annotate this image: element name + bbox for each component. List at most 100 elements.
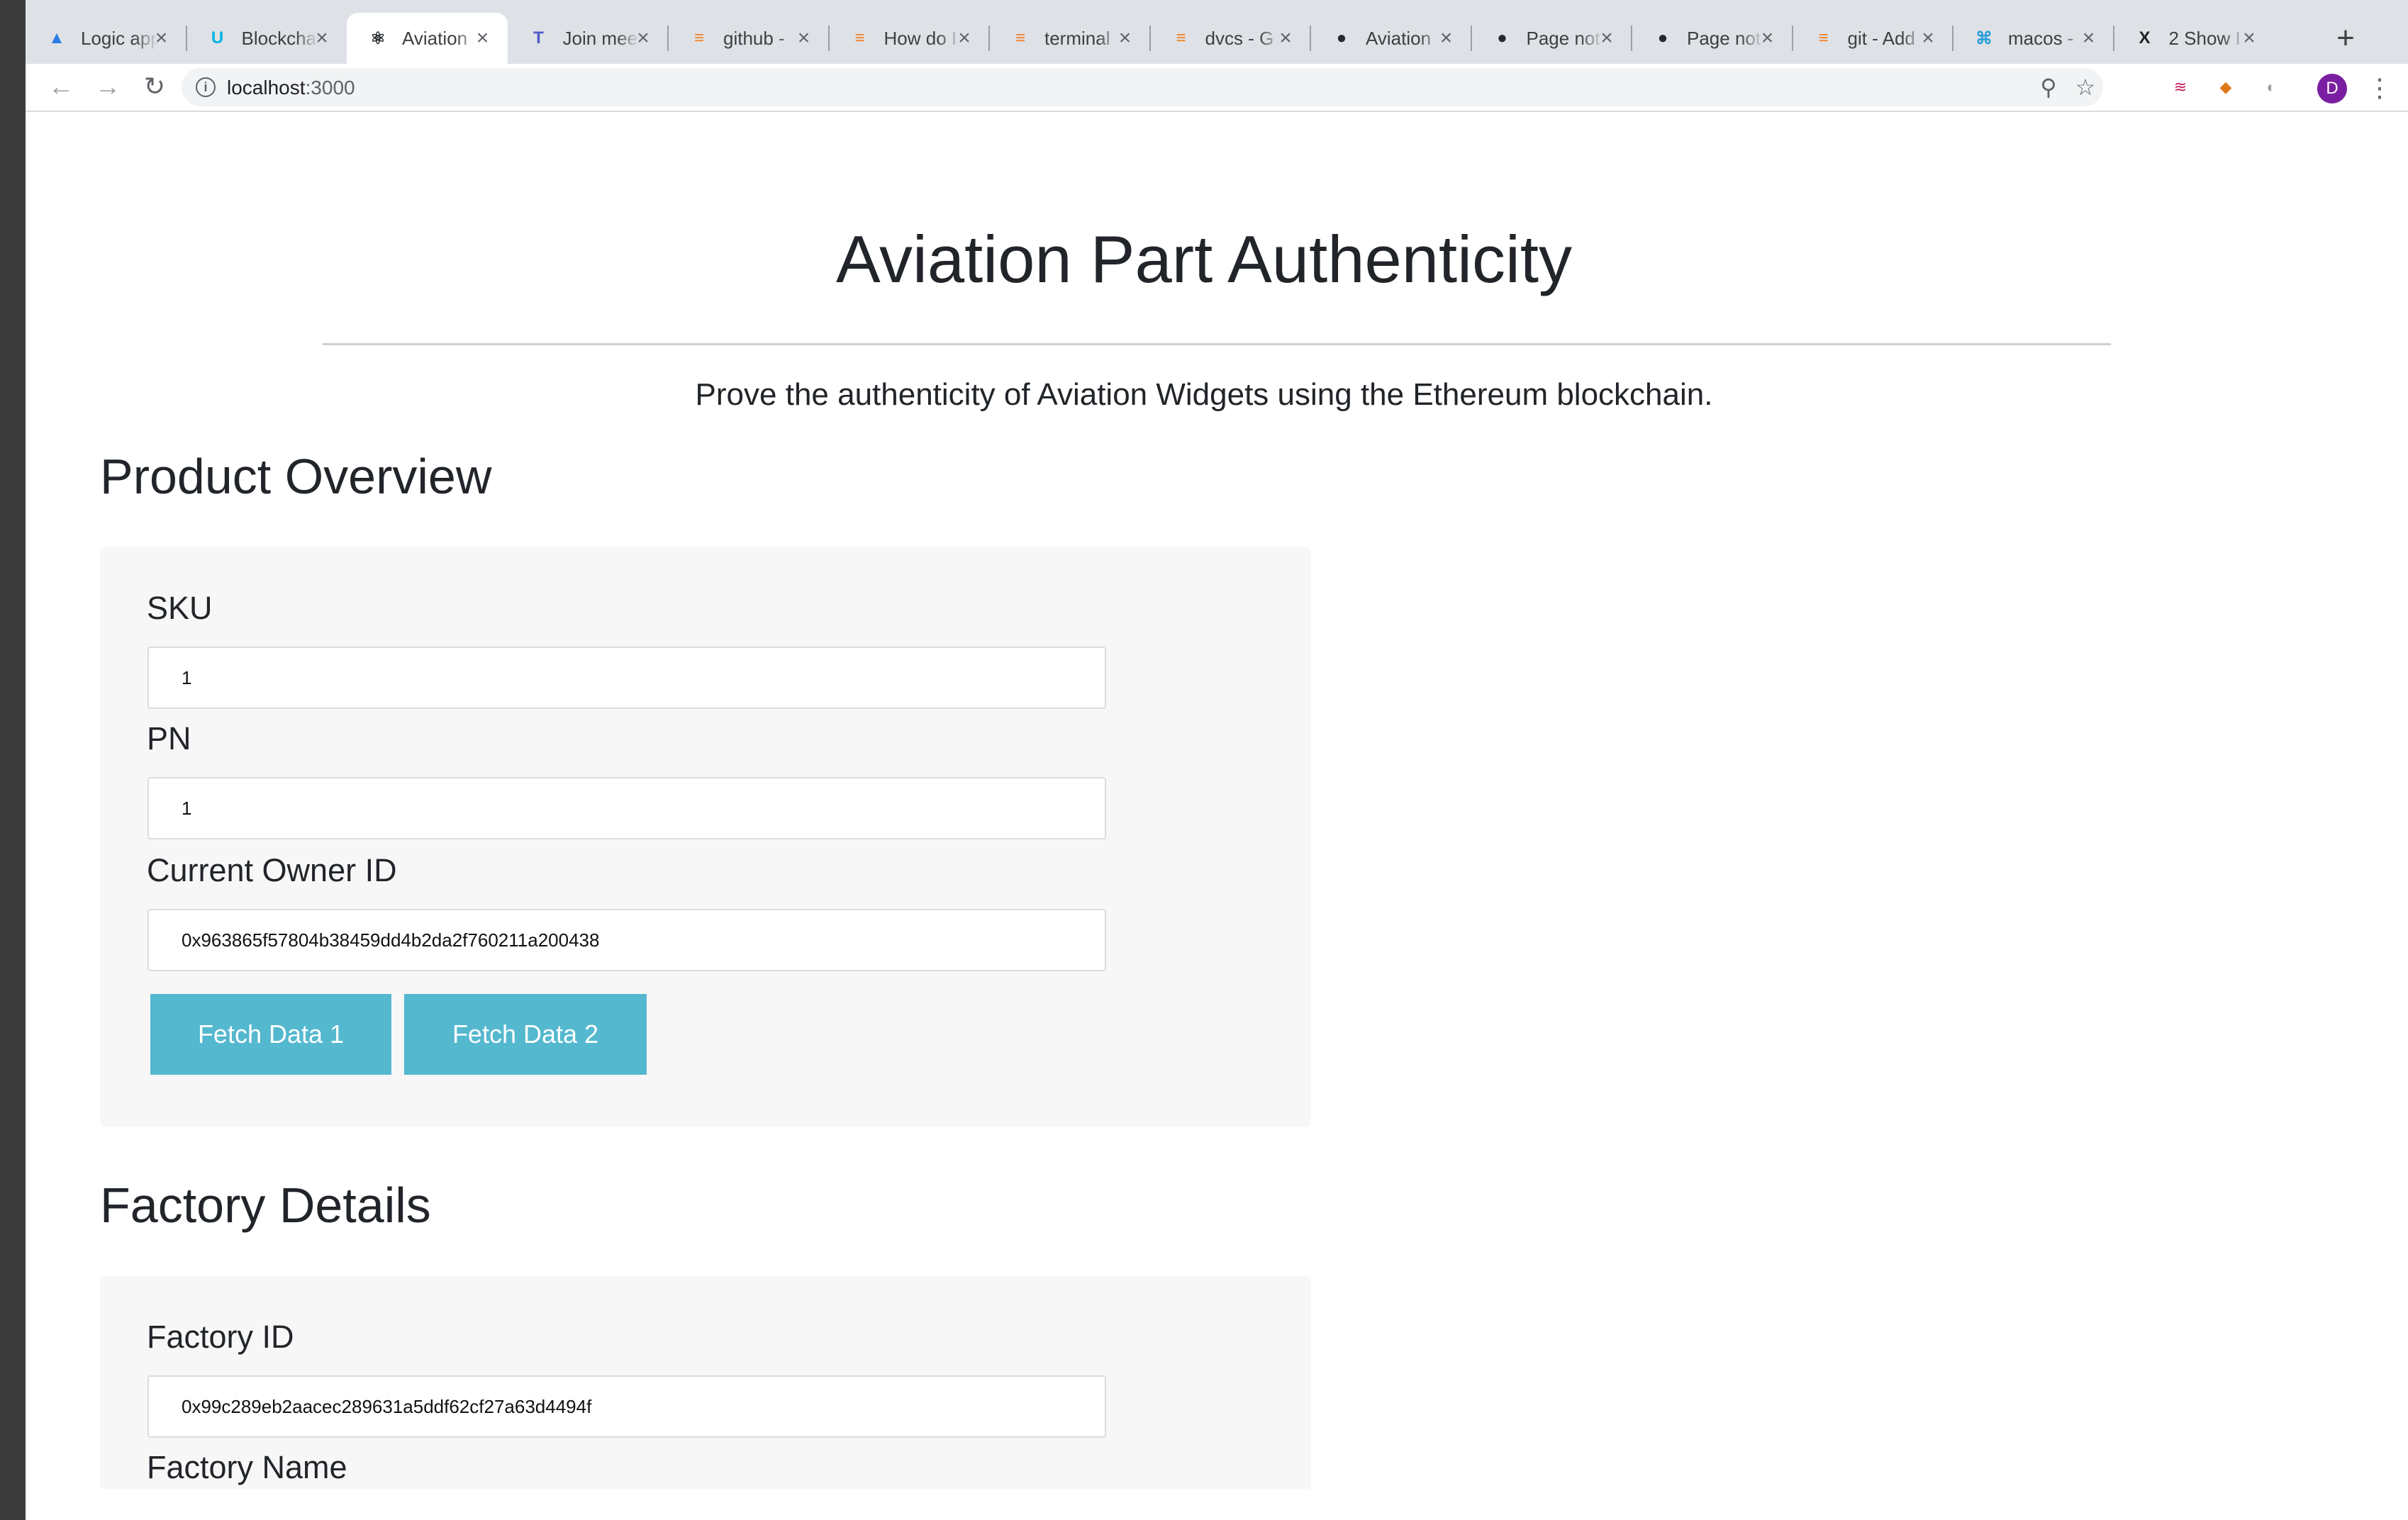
close-tab-icon[interactable]: ×: [311, 28, 333, 49]
close-tab-icon[interactable]: ×: [1115, 28, 1136, 49]
factory-name-label: Factory Name: [147, 1449, 347, 1485]
url-port: :3000: [305, 77, 355, 99]
fetch-data-1-button[interactable]: Fetch Data 1: [150, 994, 391, 1075]
tab-title: 2 Show I: [2168, 27, 2241, 49]
tab-title: Blockchain: [241, 27, 318, 49]
close-tab-icon[interactable]: ×: [1436, 28, 1457, 49]
tab-1[interactable]: ▲ Logic app ×: [26, 13, 186, 64]
close-tab-icon[interactable]: ×: [1917, 28, 1939, 49]
tab-11[interactable]: ● Page not ×: [1632, 13, 1793, 64]
pn-label: PN: [147, 720, 191, 756]
browser-menu-icon[interactable]: ⋮: [2365, 71, 2394, 105]
forward-icon[interactable]: →: [89, 68, 126, 105]
stackoverflow-icon: ≡: [854, 28, 865, 48]
extension-circle-icon[interactable]: ◐: [2261, 77, 2282, 98]
superuser-icon: ⌘: [1975, 28, 1992, 48]
tab-title: macos -: [2008, 27, 2074, 49]
tab-title: How do I: [884, 27, 957, 49]
tab-2[interactable]: U Blockchain×: [186, 13, 347, 64]
close-tab-icon[interactable]: ×: [1596, 28, 1617, 49]
close-tab-icon[interactable]: ×: [632, 28, 654, 49]
title-divider: [323, 343, 2111, 345]
address-bar[interactable]: i localhost:3000 ⚲ ☆: [182, 68, 2103, 106]
tab-4[interactable]: T Join meeting×: [508, 13, 669, 64]
close-tab-icon[interactable]: ×: [472, 28, 494, 49]
tab-separator: [1631, 26, 1632, 51]
tab-separator: [2112, 26, 2114, 51]
profile-avatar[interactable]: D: [2317, 74, 2347, 104]
zoom-icon[interactable]: ⚲: [2035, 74, 2062, 101]
close-tab-icon[interactable]: ×: [793, 28, 815, 49]
close-tab-icon[interactable]: ×: [1757, 28, 1778, 49]
tab-9[interactable]: ● Aviation ×: [1310, 13, 1471, 64]
tab-title: github -: [723, 27, 785, 49]
factory-id-label: Factory ID: [147, 1319, 294, 1355]
stackoverflow-icon: ≡: [1015, 28, 1025, 48]
teams-icon: T: [533, 28, 544, 48]
browser-toolbar: ← → ↻ i localhost:3000 ⚲ ☆ ≋ ◆ ◐ D ⋮: [26, 64, 2408, 112]
tab-title: Join meeting: [562, 27, 640, 49]
close-tab-icon[interactable]: ×: [1275, 28, 1296, 49]
tab-6[interactable]: ≡ How do I ×: [829, 13, 990, 64]
x-icon: X: [2139, 28, 2151, 48]
sku-label: SKU: [147, 590, 213, 626]
tab-separator: [827, 26, 830, 51]
tab-separator: [1791, 26, 1793, 51]
factory-details-panel: Factory ID Factory Name: [100, 1276, 1311, 1489]
tab-separator: [1310, 26, 1311, 51]
tab-separator: [1149, 26, 1151, 51]
url-host: localhost: [227, 77, 306, 99]
close-tab-icon[interactable]: ×: [954, 28, 975, 49]
metamask-fox-icon[interactable]: ◆: [2215, 77, 2236, 98]
tab-14[interactable]: X 2 Show I ×: [2114, 13, 2275, 64]
react-icon: ⚛: [370, 28, 386, 48]
tab-13[interactable]: ⌘ macos - ×: [1953, 13, 2114, 64]
tab-title: terminal: [1044, 27, 1110, 49]
page-lead: Prove the authenticity of Aviation Widge…: [695, 377, 1713, 412]
tab-title: dvcs - G: [1205, 27, 1274, 49]
tab-8[interactable]: ≡ dvcs - G ×: [1150, 13, 1311, 64]
tab-title: Logic app: [81, 27, 157, 49]
fetch-data-2-button[interactable]: Fetch Data 2: [404, 994, 647, 1075]
owner-id-label: Current Owner ID: [147, 852, 397, 888]
tab-7[interactable]: ≡ terminal ×: [989, 13, 1150, 64]
tab-3[interactable]: ⚛ Aviation ×: [347, 13, 508, 64]
product-overview-panel: SKU PN Current Owner ID Fetch Data 1 Fet…: [100, 547, 1311, 1127]
stackoverflow-icon: ≡: [1176, 28, 1186, 48]
tab-strip: ▲Logic app×UBlockchain×⚛Aviation×TJoin m…: [26, 0, 2408, 64]
tab-separator: [185, 26, 187, 51]
tab-separator: [1470, 26, 1472, 51]
tab-10[interactable]: ● Page not ×: [1471, 13, 1632, 64]
close-tab-icon[interactable]: ×: [2078, 28, 2100, 49]
site-info-icon[interactable]: i: [196, 77, 216, 97]
bookmark-star-icon[interactable]: ☆: [2072, 74, 2099, 101]
factory-id-input[interactable]: [147, 1375, 1106, 1438]
azure-icon: ▲: [48, 28, 65, 48]
product-overview-heading: Product Overview: [100, 449, 492, 504]
tab-title: Page not: [1687, 27, 1761, 49]
github-icon: ●: [1657, 28, 1668, 48]
github-icon: ●: [1336, 28, 1347, 48]
tab-separator: [988, 26, 990, 51]
owner-id-input[interactable]: [147, 909, 1106, 971]
tab-title: Aviation: [1366, 27, 1432, 49]
reload-icon[interactable]: ↻: [136, 68, 173, 105]
tab-12[interactable]: ≡ git - Add ×: [1793, 13, 1953, 64]
close-tab-icon[interactable]: ×: [2239, 28, 2260, 49]
tab-title: Page not: [1526, 27, 1600, 49]
pn-input[interactable]: [147, 777, 1106, 839]
back-icon[interactable]: ←: [43, 68, 79, 105]
github-icon: ●: [1497, 28, 1507, 48]
factory-details-heading: Factory Details: [100, 1178, 431, 1233]
tab-title: git - Add: [1847, 27, 1915, 49]
tab-separator: [667, 26, 669, 51]
new-tab-button[interactable]: +: [2326, 18, 2365, 58]
url-text[interactable]: localhost:3000: [227, 77, 355, 99]
stackoverflow-icon: ≡: [1818, 28, 1829, 48]
tab-5[interactable]: ≡ github - ×: [668, 13, 829, 64]
close-tab-icon[interactable]: ×: [151, 28, 172, 49]
extension-inbox-icon[interactable]: ≋: [2170, 77, 2191, 98]
sku-input[interactable]: [147, 647, 1106, 709]
tab-title: Aviation: [402, 27, 468, 49]
tab-separator: [1952, 26, 1953, 51]
